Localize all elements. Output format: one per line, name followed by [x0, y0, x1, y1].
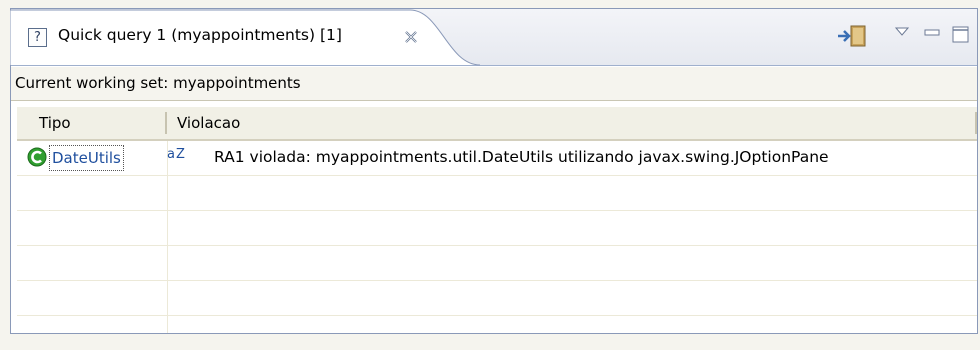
connect-icon[interactable]	[835, 23, 869, 49]
az-sort-icon: aZ	[167, 147, 186, 162]
column-header-tipo[interactable]: Tipo	[39, 107, 71, 139]
view-menu-icon[interactable]	[895, 26, 909, 38]
column-divider[interactable]	[975, 112, 977, 134]
table-header: Tipo Violacao	[17, 107, 977, 141]
minimize-icon[interactable]	[924, 26, 940, 40]
view-tab-bar: ? Quick query 1 (myappointments) [1]	[10, 9, 977, 66]
tab-title[interactable]: Quick query 1 (myappointments) [1]	[58, 26, 342, 44]
table-row[interactable]	[17, 316, 977, 350]
maximize-icon[interactable]	[952, 26, 970, 44]
working-set-label: Current working set: myappointments	[15, 74, 301, 92]
help-icon: ?	[28, 28, 47, 47]
table-row[interactable]: DateUtils aZ RA1 violada: myappointments…	[17, 141, 977, 176]
table-row[interactable]	[17, 281, 977, 316]
working-set-bar: Current working set: myappointments	[11, 67, 977, 101]
table-row[interactable]	[17, 176, 977, 211]
column-header-violacao[interactable]: Violacao	[177, 107, 240, 139]
close-icon[interactable]	[403, 29, 419, 45]
row-violacao[interactable]: RA1 violada: myappointments.util.DateUti…	[214, 141, 829, 173]
class-icon	[27, 147, 47, 167]
quick-query-view: ? Quick query 1 (myappointments) [1] Cur…	[10, 8, 978, 334]
results-table: DateUtils aZ RA1 violada: myappointments…	[17, 141, 977, 333]
table-row[interactable]	[17, 246, 977, 281]
row-tipo[interactable]: DateUtils	[49, 145, 124, 171]
table-row[interactable]	[17, 211, 977, 246]
column-divider[interactable]	[165, 112, 167, 134]
